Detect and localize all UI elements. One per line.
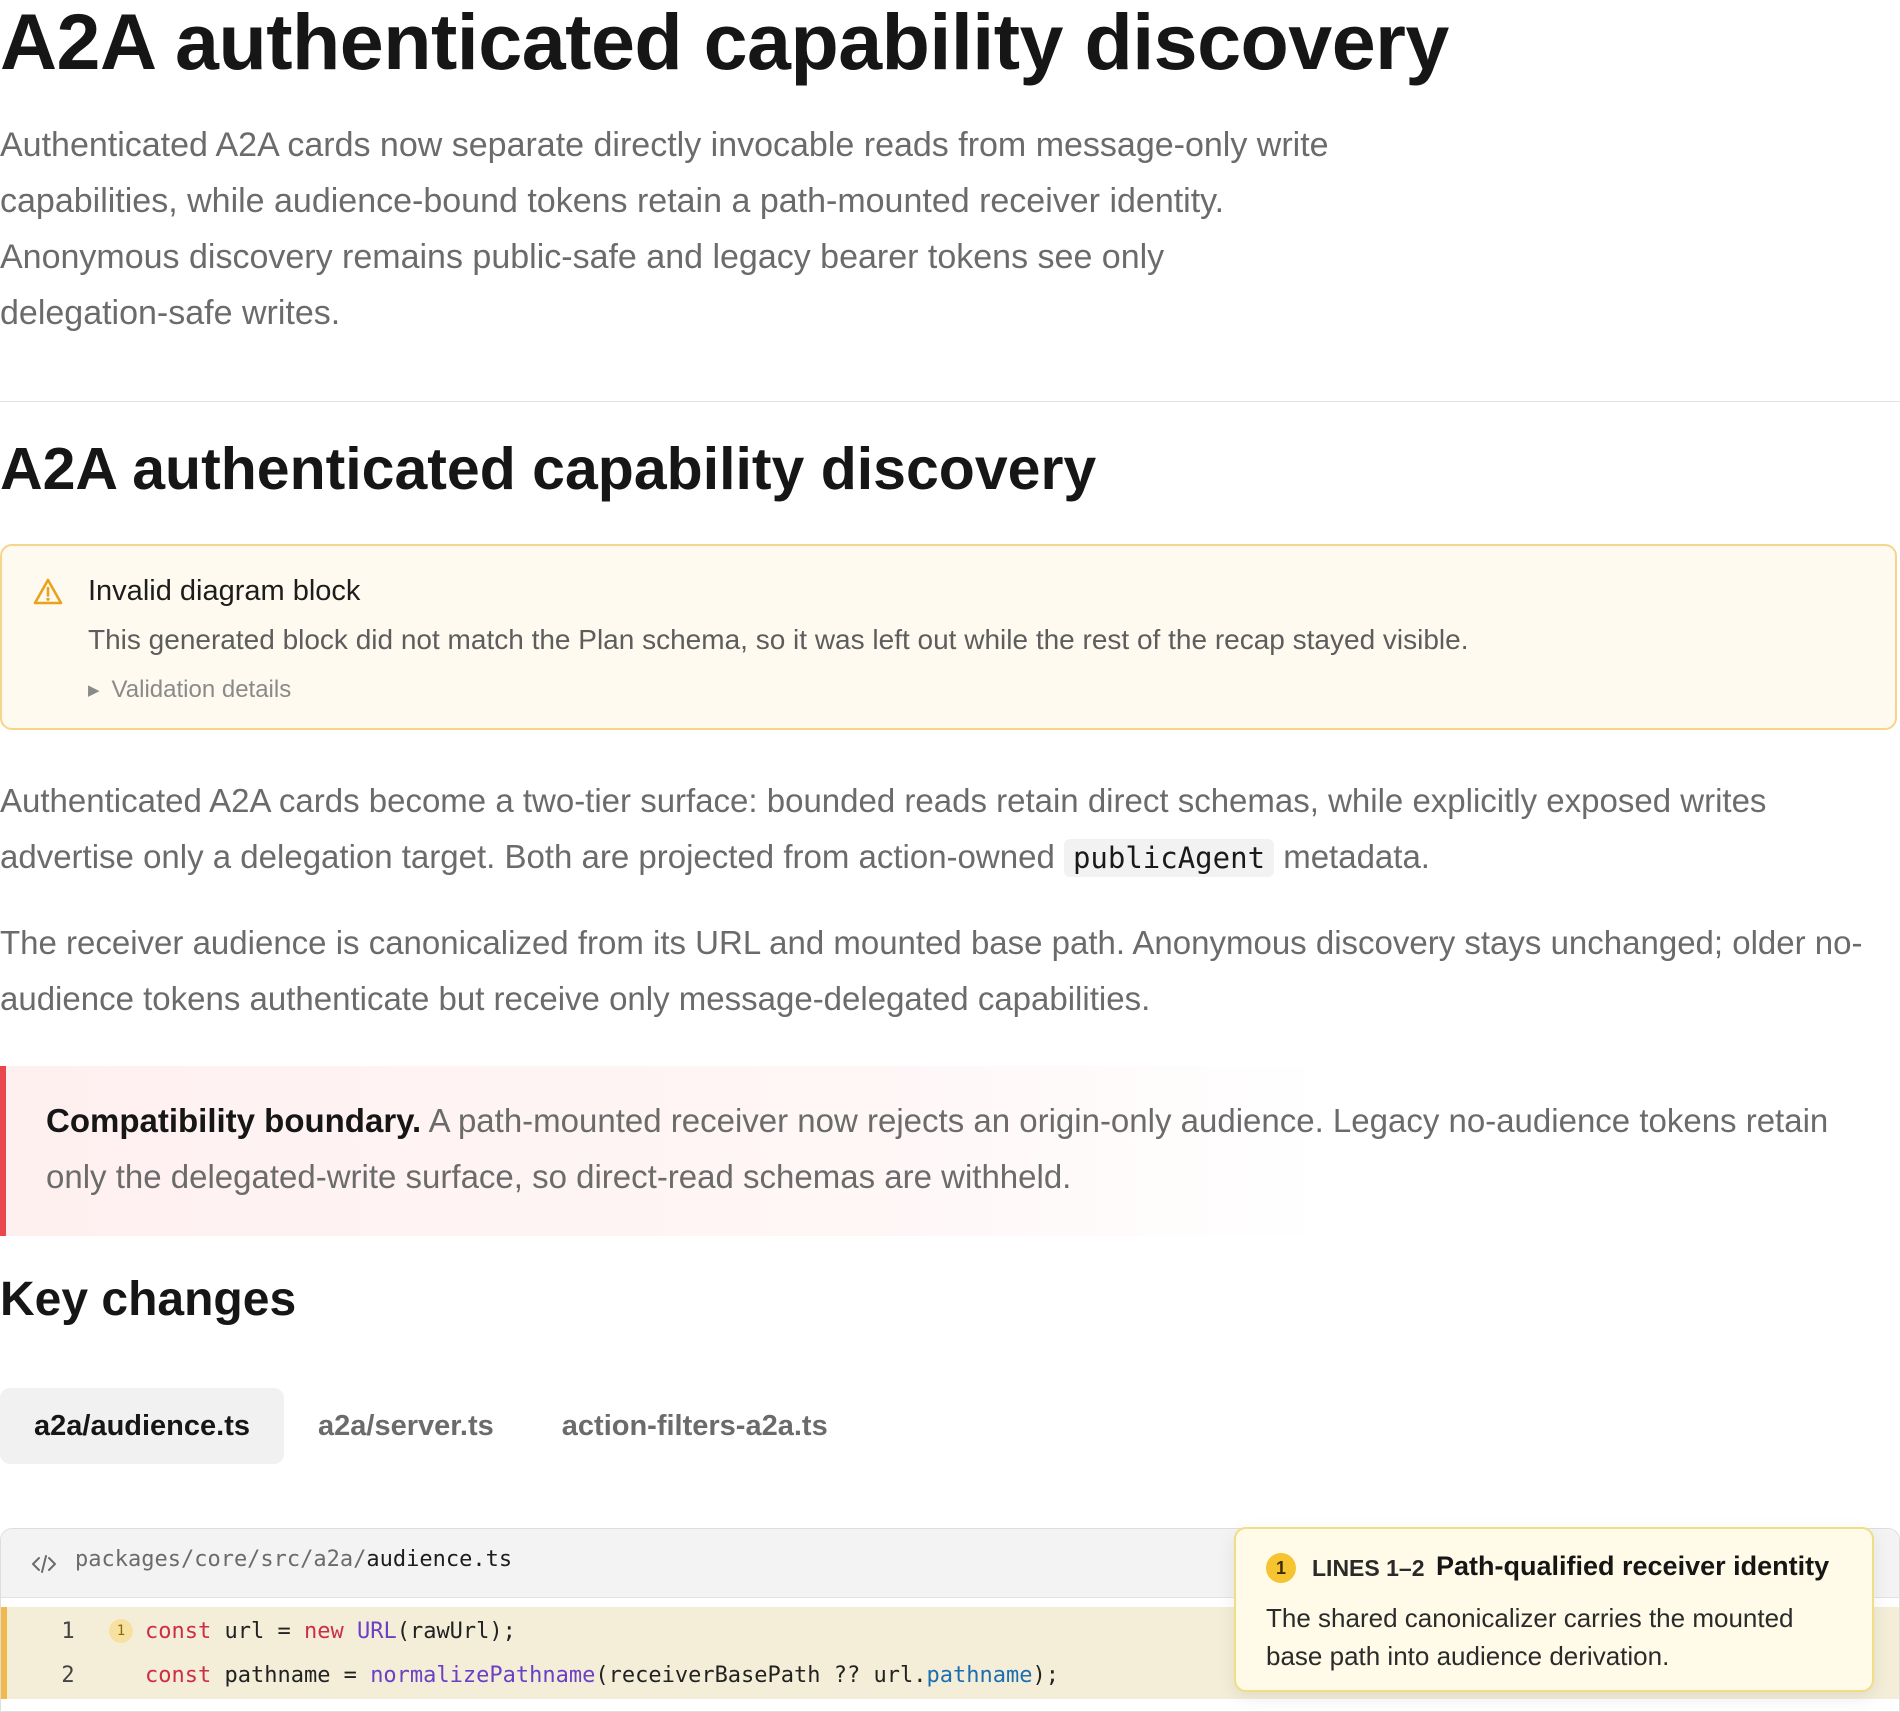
code-token: ); xyxy=(1032,1662,1059,1688)
page-intro: Authenticated A2A cards now separate dir… xyxy=(0,126,1329,332)
code-token: pathname = xyxy=(211,1662,371,1688)
code-source: const pathname = normalizePathname(recei… xyxy=(145,1663,1059,1688)
warning-message: This generated block did not match the P… xyxy=(88,624,1469,655)
code-token: normalizePathname xyxy=(370,1662,596,1688)
tab-server-ts[interactable]: a2a/server.ts xyxy=(284,1388,528,1464)
annotation-title: Path-qualified receiver identity xyxy=(1436,1551,1830,1581)
inline-code-publicagent: publicAgent xyxy=(1063,839,1275,877)
code-token: url = xyxy=(211,1618,304,1644)
code-path-dir: packages/core/src/a2a/ xyxy=(75,1547,367,1572)
code-path-file: audience.ts xyxy=(366,1547,513,1572)
summary-paragraph-1: Authenticated A2A cards become a two-tie… xyxy=(0,773,1880,886)
code-icon xyxy=(32,1555,56,1573)
page: A2A authenticated capability discovery A… xyxy=(0,0,1900,1712)
warning-icon xyxy=(33,578,63,605)
code-token: pathname xyxy=(926,1662,1033,1688)
annotation-text: The shared canonicalizer carries the mou… xyxy=(1266,1603,1794,1671)
compatibility-callout: Compatibility boundary. A path-mounted r… xyxy=(0,1066,1900,1236)
code-source: const url = new URL(rawUrl); xyxy=(145,1619,516,1644)
warning-title: Invalid diagram block xyxy=(88,575,361,607)
code-token: (receiverBasePath ?? url. xyxy=(595,1662,927,1688)
file-tabs: a2a/audience.ts a2a/server.ts action-fil… xyxy=(0,1388,862,1464)
validation-details-toggle[interactable]: ▶ Validation details xyxy=(88,676,291,704)
code-file-path: packages/core/src/a2a/audience.ts xyxy=(75,1547,512,1572)
callout-accent-bar xyxy=(0,1066,6,1236)
summary-paragraph-2: The receiver audience is canonicalized f… xyxy=(0,924,1863,1017)
section-divider xyxy=(0,401,1900,402)
code-token: URL xyxy=(356,1618,397,1644)
code-token: const xyxy=(145,1662,212,1688)
annotation-tooltip: 1 LINES 1–2 Path-qualified receiver iden… xyxy=(1234,1527,1874,1692)
annotation-marker[interactable]: 1 xyxy=(109,1619,133,1643)
tab-action-filters-a2a-ts[interactable]: action-filters-a2a.ts xyxy=(528,1388,862,1464)
section-title: A2A authenticated capability discovery xyxy=(0,436,1097,502)
line-number: 2 xyxy=(61,1662,75,1688)
summary-text-after: metadata. xyxy=(1274,838,1430,875)
summary-text-before: Authenticated A2A cards become a two-tie… xyxy=(0,782,1767,875)
line-number: 1 xyxy=(61,1618,75,1644)
tab-audience-ts[interactable]: a2a/audience.ts xyxy=(0,1388,284,1464)
key-changes-title: Key changes xyxy=(0,1273,297,1326)
caret-right-icon: ▶ xyxy=(88,682,100,699)
code-token: new xyxy=(303,1618,344,1644)
callout-body: Compatibility boundary. A path-mounted r… xyxy=(46,1093,1896,1205)
code-token: const xyxy=(145,1618,212,1644)
page-title: A2A authenticated capability discovery xyxy=(0,0,1449,86)
annotation-line-range: LINES 1–2 xyxy=(1312,1555,1425,1581)
code-token: (rawUrl); xyxy=(396,1618,516,1644)
callout-label: Compatibility boundary. xyxy=(46,1102,422,1139)
validation-details-label: Validation details xyxy=(111,676,292,703)
annotation-badge: 1 xyxy=(1266,1553,1296,1583)
invalid-diagram-warning: Invalid diagram block This generated blo… xyxy=(0,544,1897,730)
